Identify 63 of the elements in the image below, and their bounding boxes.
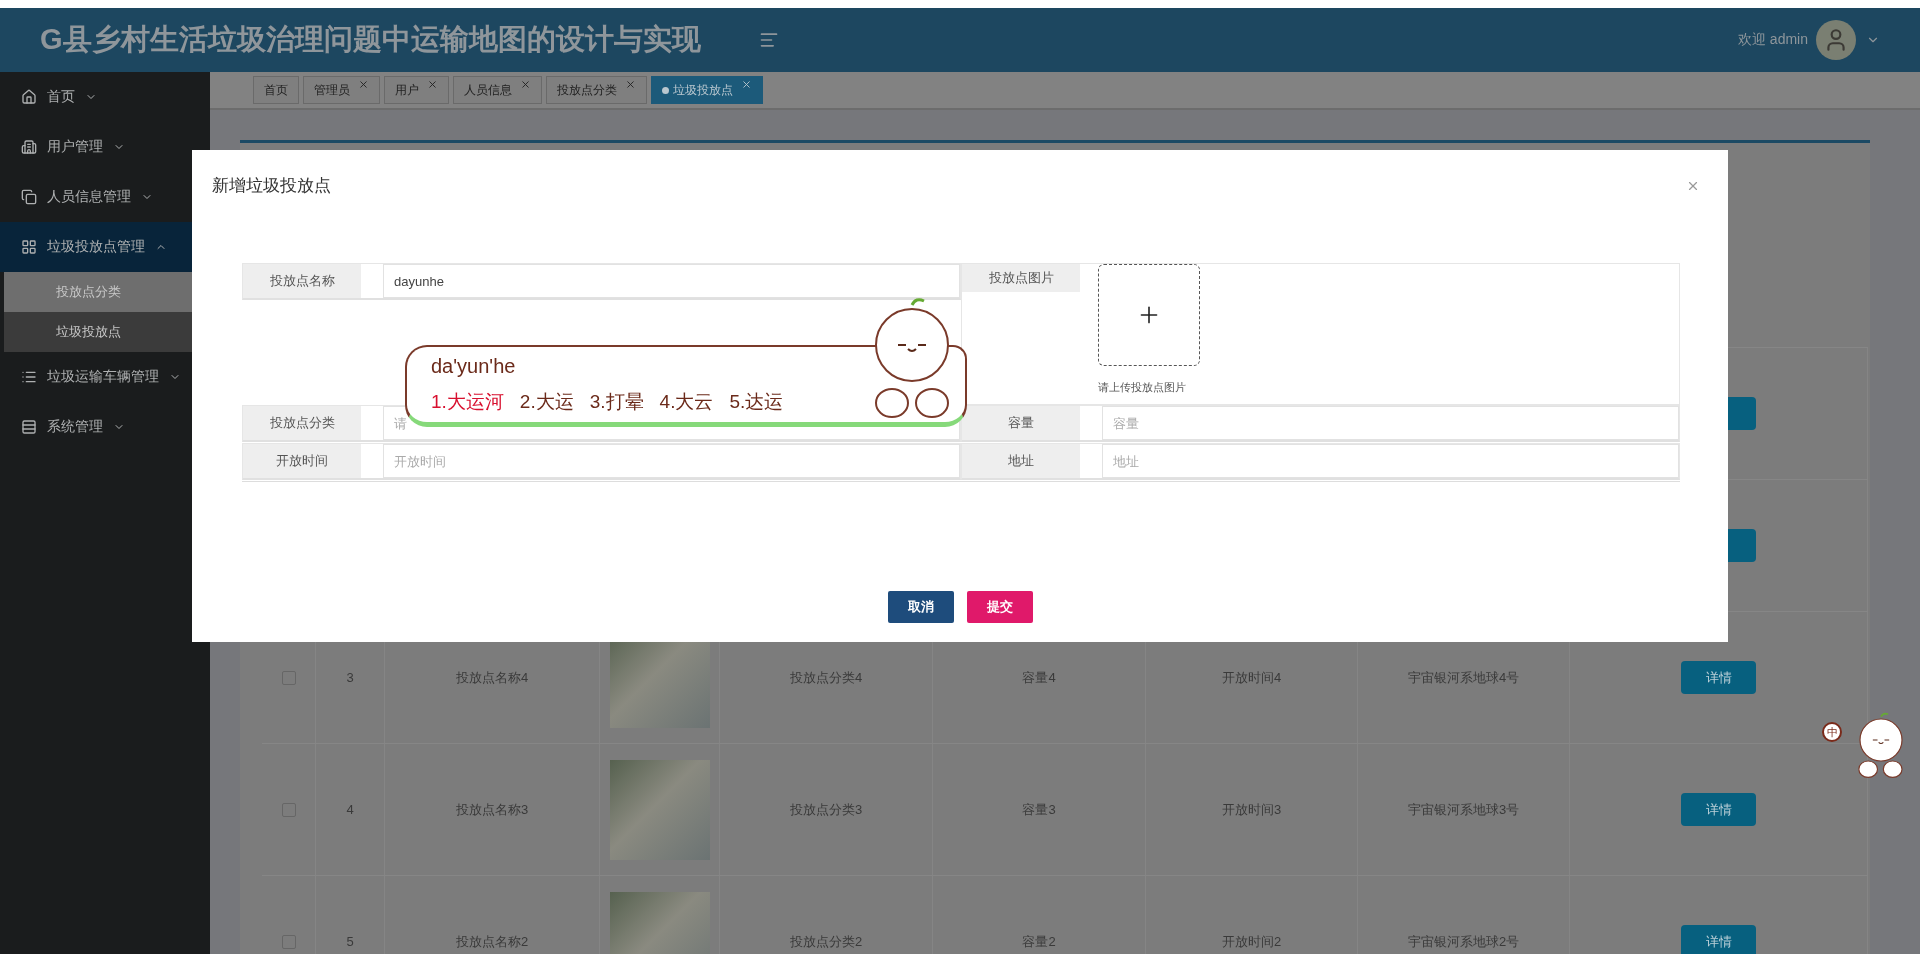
menu-item-icon [21,369,37,385]
upload-button[interactable] [1098,264,1200,366]
ime-candidate[interactable]: 4.大云 [659,389,714,415]
dialog-title: 新增垃圾投放点 [212,175,331,197]
table-cell: 投放点分类3 [720,744,933,876]
close-icon[interactable] [520,79,531,90]
sidebar-item[interactable]: 用户管理 [0,122,210,172]
input-field[interactable]: 容量 [1102,406,1679,440]
table-cell: 开放时间3 [1146,744,1358,876]
close-icon[interactable] [358,79,369,90]
field-label: 地址 [962,444,1080,478]
page-tab[interactable]: 人员信息 [453,76,542,104]
detail-button[interactable]: 详情 [1681,661,1756,694]
field-label: 投放点分类 [243,406,361,440]
menu-item-icon [21,89,37,105]
table-cell: 投放点名称3 [385,744,600,876]
table-cell: 容量2 [933,876,1146,954]
detail-button[interactable]: 详情 [1681,925,1756,954]
field-label: 开放时间 [243,444,361,478]
page-tab[interactable]: 首页 [253,76,299,104]
input-field[interactable]: 开放时间 [383,444,960,478]
sidebar-item[interactable]: 垃圾运输车辆管理 [0,352,210,402]
ime-candidate[interactable]: 2.大运 [519,389,574,415]
field-label: 投放点图片 [962,264,1080,292]
menu-icon[interactable] [758,30,779,50]
table-cell: 投放点名称2 [385,876,600,954]
close-icon[interactable] [427,79,438,90]
sidebar-item[interactable]: 人员信息管理 [0,172,210,222]
welcome-text: 欢迎 admin [1737,31,1808,49]
ime-composition: da'yun'he [431,355,517,379]
field-label: 容量 [962,406,1080,440]
page-tab[interactable]: 投放点分类 [546,76,647,104]
input-field[interactable]: dayunhe [383,264,960,298]
menu-item-icon [21,419,37,435]
table-cell: 投放点分类2 [720,876,933,954]
cancel-button[interactable]: 取消 [887,591,954,623]
table-cell: 容量3 [933,744,1146,876]
menu-item-icon [21,139,37,155]
menu-item-icon [21,239,37,255]
menu-item-icon [21,189,37,205]
detail-button[interactable]: 详情 [1681,793,1756,826]
ime-candidate[interactable]: 1.大运河 [431,389,504,415]
sidebar-item[interactable]: 系统管理 [0,402,210,452]
avatar[interactable] [1816,20,1856,60]
close-icon[interactable] [625,79,636,90]
page-tab[interactable]: 垃圾投放点 [651,76,763,104]
submit-button[interactable]: 提交 [966,591,1033,623]
ime-candidate[interactable]: 5.达运 [729,389,784,415]
input-field[interactable]: 地址 [1102,444,1679,478]
sidebar-item[interactable]: 首页 [0,72,210,122]
field-label: 投放点名称 [243,264,361,298]
ime-candidate[interactable]: 3.打晕 [589,389,644,415]
table-cell: 宇宙银河系地球2号 [1358,876,1570,954]
table-cell: 4 [316,744,385,876]
app-title: G县乡村生活垃圾治理问题中运输地图的设计与实现 [40,22,701,57]
upload-hint: 请上传投放点图片 [1098,380,1187,395]
close-icon[interactable] [741,79,752,90]
page-tab[interactable]: 管理员 [303,76,380,104]
table-cell: 宇宙银河系地球3号 [1358,744,1570,876]
table-cell: 5 [316,876,385,954]
table-cell: 开放时间2 [1146,876,1358,954]
active-dot-icon [662,86,669,94]
page-tab[interactable]: 用户 [384,76,449,104]
